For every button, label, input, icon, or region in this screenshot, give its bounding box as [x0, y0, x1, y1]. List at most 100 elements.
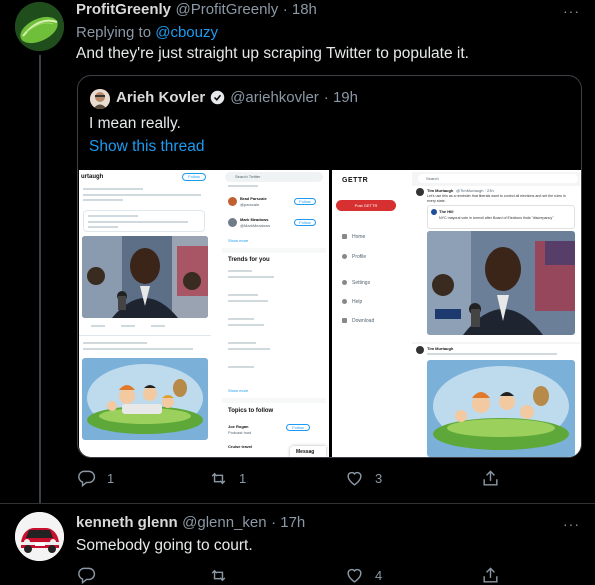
- like-button[interactable]: 3: [345, 469, 382, 488]
- share-button[interactable]: [481, 469, 500, 488]
- text-line: [228, 366, 254, 368]
- twitter-search-box: Search Twitter: [225, 172, 323, 182]
- gettr-post: Tim Murtaugh @TimMurtaugh · 23h Let's us…: [412, 186, 580, 342]
- twitter-search-placeholder: Search Twitter: [235, 174, 261, 179]
- retweet-icon: [211, 569, 226, 582]
- tweet-text: And they're just straight up scraping Tw…: [76, 45, 469, 62]
- retweet-count: 1: [239, 471, 247, 486]
- replying-to-handle-link[interactable]: @cbouzy: [155, 24, 218, 41]
- display-name[interactable]: ProfitGreenly: [76, 1, 171, 18]
- media-left-follow-button: Follow: [182, 173, 206, 181]
- retweet-icon: [211, 472, 226, 485]
- quote-avatar: [90, 89, 110, 109]
- text-line: [88, 221, 188, 223]
- reply-icon: [78, 567, 96, 585]
- media-left-header: urtaugh: [81, 174, 104, 180]
- user-handle[interactable]: @glenn_ken: [182, 514, 266, 531]
- suggested-name: Brad Parscale: [240, 196, 267, 201]
- gettr-feed: Search Tim Murtaugh @TimMurtaugh · 23h L…: [412, 172, 580, 457]
- section-gap: [222, 398, 326, 403]
- text-line: [83, 194, 201, 196]
- verified-badge-icon: [210, 90, 225, 105]
- topic-follow-button: Follow: [286, 424, 310, 431]
- text-line: [83, 199, 123, 201]
- text-line: [228, 348, 270, 350]
- gettr-nav-download: Download: [352, 318, 375, 324]
- show-thread-link[interactable]: Show this thread: [89, 138, 204, 156]
- avatar[interactable]: [15, 2, 64, 51]
- twitter-sidebar: Search Twitter Brad Parscale @parscale F…: [222, 170, 326, 457]
- media-left-twitter-screenshot: urtaugh Follow Search Twitter Brad Parsc…: [79, 170, 329, 457]
- thread-connector-line: [39, 55, 41, 503]
- suggested-avatar: [228, 197, 237, 206]
- retweet-button[interactable]: 1: [209, 469, 246, 488]
- news-photo: [82, 236, 208, 318]
- suggested-handle: @parscale: [240, 202, 260, 207]
- source-avatar: [431, 209, 437, 215]
- more-options-icon[interactable]: ···: [563, 516, 580, 532]
- sidebar-show-more: Show more: [228, 238, 249, 243]
- reply-icon: [78, 470, 96, 488]
- poster-handle: @TimMurtaugh · 23h: [456, 188, 494, 193]
- gettr-news-photo-image: [427, 231, 575, 335]
- reply-count: 1: [107, 471, 115, 486]
- action-line: [121, 325, 135, 327]
- suggested-avatar: [228, 218, 237, 227]
- gettr-nav-help: Help: [352, 299, 363, 305]
- gettr-quoted-card: The Hill NYC mayoral vote in turmoil aft…: [427, 205, 575, 229]
- gettr-post-2: Tim Murtaugh: [412, 344, 580, 457]
- quote-user-handle: @ariehkovler: [230, 89, 319, 106]
- timestamp[interactable]: · 17h: [271, 514, 305, 531]
- gettr-cartoon: [427, 360, 575, 457]
- text-line: [83, 188, 143, 190]
- tweet-header: ProfitGreenly @ProfitGreenly · 18h: [76, 1, 317, 19]
- like-count: 4: [375, 568, 383, 583]
- text-line: [83, 348, 193, 350]
- reply-button[interactable]: [77, 566, 107, 585]
- source-text: NYC mayoral vote in turmoil after Board …: [439, 216, 554, 220]
- display-name[interactable]: kenneth glenn: [76, 514, 178, 531]
- timestamp[interactable]: · 18h: [283, 1, 317, 18]
- share-icon: [483, 470, 498, 486]
- like-button[interactable]: 4: [345, 566, 382, 585]
- source-name: The Hill: [439, 209, 454, 214]
- quoted-tweet[interactable]: Arieh Kovler @ariehkovler · 19h I mean r…: [77, 75, 582, 458]
- text-line: [228, 294, 258, 296]
- retweet-button[interactable]: [209, 566, 239, 585]
- quote-text: I mean really.: [89, 115, 181, 132]
- gettr-post-text: Let's use this as a reminder that libera…: [427, 194, 566, 203]
- text-line: [228, 324, 264, 326]
- quote-header: Arieh Kovler @ariehkovler · 19h: [116, 89, 358, 106]
- gettr-nav-settings: Settings: [352, 280, 371, 286]
- settings-icon: [342, 280, 347, 285]
- share-button[interactable]: [481, 566, 500, 585]
- messages-drawer: Messag: [290, 446, 326, 457]
- text-line: [228, 300, 268, 302]
- cartoon-image: [82, 358, 208, 440]
- suggested-handle: @MarkMeadows: [240, 223, 271, 228]
- reply-button[interactable]: 1: [77, 469, 114, 488]
- quote-timestamp: · 19h: [323, 89, 358, 106]
- avatar-image: [15, 512, 64, 561]
- more-options-icon[interactable]: ···: [563, 3, 580, 19]
- gettr-nav-home: Home: [352, 234, 366, 240]
- quote-media-image[interactable]: urtaugh Follow Search Twitter Brad Parsc…: [79, 170, 581, 457]
- heart-icon: [347, 568, 362, 583]
- user-handle[interactable]: @ProfitGreenly: [175, 1, 278, 18]
- avatar[interactable]: [15, 512, 64, 561]
- trends-show-more: Show more: [228, 388, 249, 393]
- replying-to-label: Replying to: [76, 24, 156, 41]
- action-line: [91, 325, 105, 327]
- poster-name: Tim Murtaugh: [427, 346, 454, 351]
- topic-subtitle: Podcast host: [228, 430, 252, 435]
- gettr-logo: GETTR: [342, 177, 369, 184]
- tweet-text: Somebody going to court.: [76, 537, 253, 554]
- share-icon: [483, 567, 498, 583]
- text-line: [83, 342, 147, 344]
- divider: [0, 503, 595, 504]
- text-line: [88, 226, 118, 228]
- home-icon: [342, 234, 347, 239]
- cartoon-image-art: [82, 358, 208, 440]
- text-line: [427, 353, 557, 355]
- text-line: [88, 215, 138, 217]
